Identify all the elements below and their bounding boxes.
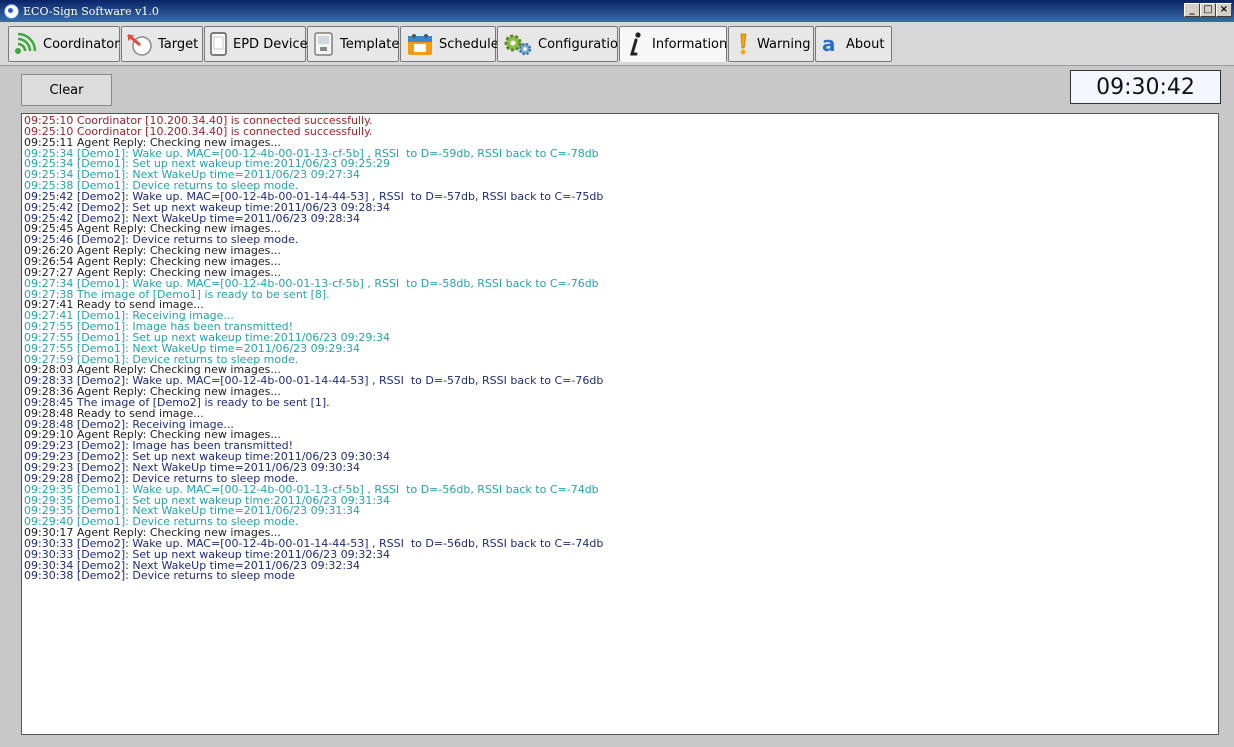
tab-label: Target xyxy=(158,36,199,52)
info-icon xyxy=(630,32,641,56)
tab-coordinator[interactable]: Coordinator xyxy=(8,26,120,62)
tab-schedule[interactable]: Schedule xyxy=(400,26,499,62)
gears-icon xyxy=(504,34,532,56)
minimize-button[interactable]: _ xyxy=(1184,3,1200,17)
tab-label: EPD Device xyxy=(233,36,308,52)
tab-strip: Coordinator Target EPD Device Template S… xyxy=(0,22,1234,66)
exclamation-icon xyxy=(740,33,747,55)
maximize-button[interactable]: □ xyxy=(1200,3,1216,17)
tab-target[interactable]: Target xyxy=(121,26,203,62)
tab-label: Information xyxy=(652,36,728,52)
title-bar: ECO-Sign Software v1.0 _ □ × xyxy=(0,0,1234,22)
window-title: ECO-Sign Software v1.0 xyxy=(23,4,159,18)
log-list: 09:25:10 Coordinator [10.200.34.40] is c… xyxy=(22,114,1218,582)
tab-label: Coordinator xyxy=(43,36,120,52)
tab-warning[interactable]: Warning xyxy=(728,26,814,62)
about-a-icon: a xyxy=(822,32,836,56)
device-icon xyxy=(210,32,227,56)
tab-label: About xyxy=(846,36,885,52)
toolbar: Clear 09:30:42 xyxy=(0,66,1234,112)
tab-label: Configuration xyxy=(538,36,627,52)
log-panel[interactable]: 09:25:10 Coordinator [10.200.34.40] is c… xyxy=(21,113,1219,735)
tab-template[interactable]: Template xyxy=(307,26,399,62)
clear-button[interactable]: Clear xyxy=(21,74,112,106)
target-arrow-icon xyxy=(127,33,152,56)
tab-about[interactable]: a About xyxy=(815,26,892,62)
template-icon xyxy=(314,32,333,56)
clock-display: 09:30:42 xyxy=(1070,70,1221,104)
app-logo-icon xyxy=(4,3,19,19)
tab-epd-device[interactable]: EPD Device xyxy=(204,26,308,62)
tab-label: Schedule xyxy=(439,36,499,52)
window-controls: _ □ × xyxy=(1184,3,1232,17)
signal-waves-icon xyxy=(15,32,37,54)
tab-label: Template xyxy=(340,36,400,52)
calendar-icon xyxy=(408,34,432,55)
tab-label: Warning xyxy=(757,36,811,52)
tab-configuration[interactable]: Configuration xyxy=(497,26,626,62)
tab-information[interactable]: Information xyxy=(619,26,727,62)
log-line: 09:30:38 [Demo2]: Device returns to slee… xyxy=(24,569,295,583)
close-button[interactable]: × xyxy=(1216,3,1232,17)
svg-text:a: a xyxy=(822,32,836,56)
